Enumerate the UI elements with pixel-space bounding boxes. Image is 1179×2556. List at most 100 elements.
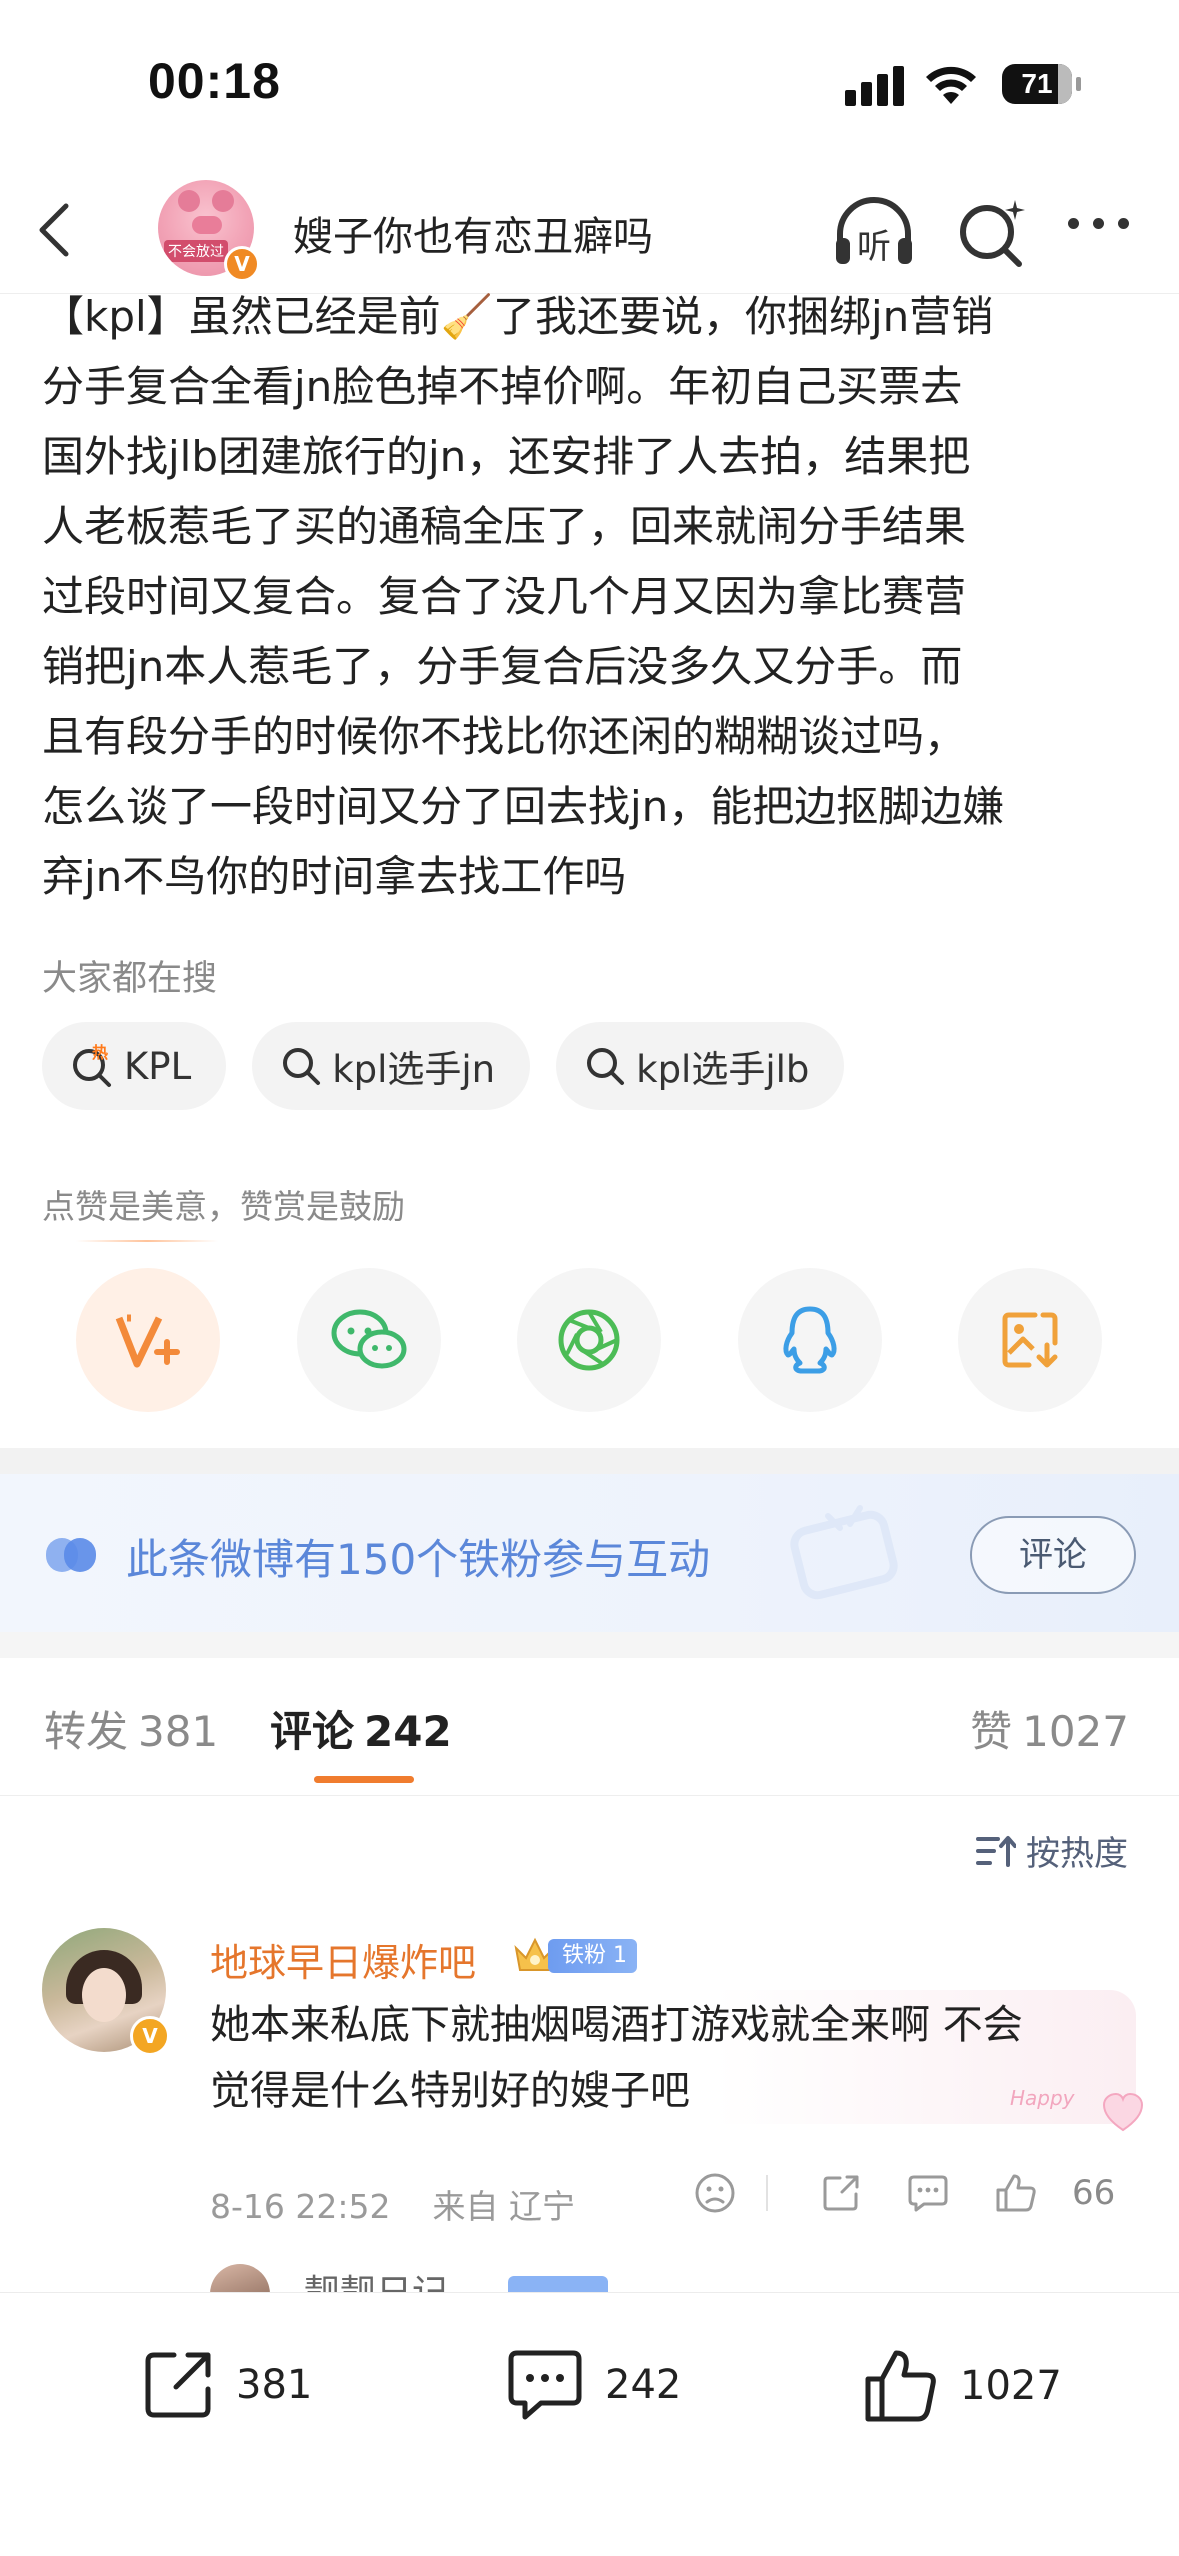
trending-search-chips: 热 KPL kpl选手jn kpl选手jlb — [42, 1022, 845, 1110]
reward-icon — [115, 1314, 180, 1368]
section-divider — [0, 1632, 1179, 1658]
comment-line: 她本来私底下就抽烟喝酒打游戏就全来啊 不会 — [210, 2002, 1023, 2048]
moments-icon — [558, 1309, 620, 1371]
wifi-icon — [926, 66, 976, 104]
share-row — [76, 1268, 1102, 1412]
post-line: 怎么谈了一段时间又分了回去找jn，能把边抠脚边嫌 — [42, 782, 1005, 831]
post-line: 国外找jlb团建旅行的jn，还安排了人去拍，结果把 — [42, 432, 971, 481]
search-chip-label: KPL — [124, 1044, 192, 1088]
hot-mark: 热 — [92, 1044, 108, 1062]
search-chip-kpl[interactable]: 热 KPL — [42, 1022, 227, 1110]
save-image-icon — [1002, 1312, 1058, 1368]
listen-headphone-icon[interactable]: 听 — [832, 194, 916, 270]
page-title[interactable]: 嫂子你也有恋丑癖吗 — [293, 204, 653, 262]
active-tab-indicator — [314, 1776, 414, 1783]
post-line: 分手复合全看jn脸色掉不掉价啊。年初自己买票去 — [42, 362, 963, 411]
share-moments-button[interactable] — [517, 1268, 661, 1412]
tab-comment-count: 242 — [364, 1707, 452, 1756]
search-icon[interactable] — [955, 194, 1031, 270]
like-button[interactable]: 1027 — [862, 2347, 1062, 2425]
verified-badge-icon: V — [224, 246, 260, 282]
search-chip-label: kpl选手jlb — [636, 1048, 810, 1091]
search-chip-label: kpl选手jn — [332, 1048, 496, 1091]
battery-level: 71 — [1021, 68, 1053, 99]
avatar-tag: 不会放过 — [164, 240, 228, 262]
post-line: 且有段分手的时候你不找比你还闲的糊糊谈过吗， — [42, 712, 967, 761]
tab-repost-label: 转发 — [44, 1707, 129, 1756]
reply-comment-icon[interactable] — [906, 2172, 950, 2214]
comment-source: 来自 辽宁 — [432, 2187, 575, 2226]
comment-line: 觉得是什么特别好的嫂子吧 — [210, 2068, 690, 2114]
like-thumb-icon[interactable] — [994, 2172, 1038, 2214]
repost-button[interactable]: 381 — [140, 2347, 312, 2423]
post-line: 过段时间又复合。复合了没几个月又因为拿比赛营 — [42, 572, 967, 621]
listen-label: 听 — [857, 227, 891, 267]
status-time: 00:18 — [148, 53, 281, 109]
post-line: 【kpl】虽然已经是前🧹了我还要说，你捆绑jn营销 — [42, 292, 994, 341]
post-line: 销把jn本人惹毛了，分手复合后没多久又分手。而 — [42, 642, 963, 691]
tab-repost-count: 381 — [138, 1707, 219, 1756]
praise-title: 点赞是美意，赞赏是鼓励 — [42, 1187, 405, 1226]
heart-decoration-icon — [1102, 2092, 1144, 2132]
fans-banner-text: 此条微博有150个铁粉参与互动 — [126, 1535, 711, 1584]
section-divider — [0, 1448, 1179, 1474]
tab-like-label: 赞 — [970, 1707, 1013, 1756]
tab-comment-label: 评论 — [270, 1707, 355, 1756]
search-icon — [283, 1048, 321, 1085]
reward-highlight — [76, 1240, 218, 1242]
verified-badge-icon: V — [130, 2016, 170, 2056]
fans-interaction-banner[interactable]: 此条微博有150个铁粉参与互动 评论 — [0, 1474, 1179, 1632]
author-avatar[interactable]: 不会放过 V — [158, 180, 262, 284]
repost-icon — [145, 2352, 211, 2418]
trending-search-title: 大家都在搜 — [42, 959, 218, 999]
commenter-name[interactable]: 地球早日爆炸吧 — [210, 1932, 476, 1987]
share-icon[interactable] — [820, 2172, 862, 2214]
cellular-signal-icon — [845, 66, 904, 106]
tab-comment[interactable]: 评论 242 — [270, 1698, 452, 1759]
bubble-decoration-text: Happy — [1010, 2086, 1075, 2110]
fan-badge-label: 铁粉 1 — [548, 1939, 637, 1973]
status-bar: 00:18 71 — [0, 0, 1179, 170]
comment-time: 8-16 22:52 — [210, 2187, 391, 2226]
back-arrow-icon[interactable] — [30, 198, 80, 262]
tv-decoration-icon — [790, 1505, 898, 1600]
comment-button[interactable]: 242 — [505, 2347, 681, 2423]
repost-count: 381 — [236, 2362, 313, 2408]
like-count: 1027 — [960, 2363, 1062, 2409]
dislike-face-icon[interactable] — [694, 2172, 736, 2214]
fans-comment-button[interactable]: 评论 — [970, 1516, 1136, 1594]
nav-bar: 不会放过 V 嫂子你也有恋丑癖吗 听 — [0, 170, 1179, 294]
tab-like-count: 1027 — [1022, 1707, 1129, 1756]
search-icon — [587, 1048, 625, 1085]
reward-button[interactable] — [76, 1268, 220, 1412]
post-line: 人老板惹毛了买的通稿全压了，回来就闹分手结果 — [42, 502, 967, 551]
like-thumb-icon — [865, 2350, 936, 2422]
share-qq-button[interactable] — [737, 1268, 882, 1412]
sort-icon — [976, 1835, 1016, 1867]
wechat-icon — [331, 1309, 406, 1369]
comment-actions: 66 — [694, 2172, 1115, 2214]
tab-repost[interactable]: 转发 381 — [44, 1698, 218, 1759]
bottom-action-bar: 381 242 1027 — [0, 2292, 1179, 2556]
sort-label: 按热度 — [1026, 1834, 1128, 1874]
post-line: 弃jn不鸟你的时间拿去找工作吗 — [42, 852, 627, 901]
search-chip-kpl-jn[interactable]: kpl选手jn — [252, 1022, 531, 1110]
sort-by-hot-button[interactable]: 按热度 — [976, 1826, 1128, 1875]
fan-level-badge: 铁粉 1 — [512, 1934, 637, 1978]
battery-icon: 71 — [1002, 64, 1081, 104]
comment-text[interactable]: 她本来私底下就抽烟喝酒打游戏就全来啊 不会 觉得是什么特别好的嫂子吧 — [210, 1992, 1130, 2124]
interaction-tabs: 转发 381 评论 242 赞 1027 — [0, 1658, 1179, 1796]
post-content: 【kpl】虽然已经是前🧹了我还要说，你捆绑jn营销 分手复合全看jn脸色掉不掉价… — [42, 282, 1152, 912]
comment-count: 242 — [605, 2362, 682, 2408]
hot-search-icon: 热 — [73, 1044, 111, 1087]
fans-icon — [46, 1538, 96, 1572]
comment-like-count: 66 — [1072, 2173, 1116, 2213]
comment-icon — [508, 2350, 582, 2420]
more-options-icon[interactable] — [1068, 218, 1129, 229]
comment-meta: 8-16 22:52 来自 辽宁 — [210, 2180, 575, 2228]
search-chip-kpl-jlb[interactable]: kpl选手jlb — [556, 1022, 845, 1110]
tab-like[interactable]: 赞 1027 — [970, 1698, 1129, 1759]
share-wechat-button[interactable] — [296, 1268, 441, 1412]
save-image-button[interactable] — [958, 1268, 1102, 1412]
qq-icon — [782, 1306, 837, 1374]
